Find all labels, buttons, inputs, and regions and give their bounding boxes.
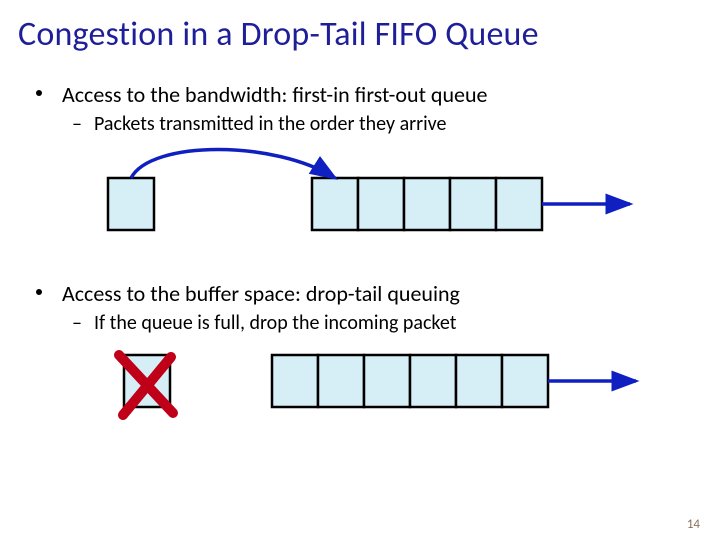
subbullet-packets-order-text: Packets transmitted in the order they ar…	[94, 112, 446, 136]
dash-icon: –	[72, 112, 82, 136]
bullet-dot-icon	[36, 289, 42, 295]
page-number: 14	[687, 517, 700, 532]
bullet-buffer-text: Access to the buffer space: drop-tail qu…	[62, 280, 460, 307]
bullet-dot-icon	[36, 90, 42, 96]
fifo-svg	[0, 142, 720, 262]
subbullet-drop-incoming: – If the queue is full, drop the incomin…	[72, 311, 720, 335]
dash-icon: –	[72, 311, 82, 335]
subbullet-drop-incoming-text: If the queue is full, drop the incoming …	[94, 311, 456, 335]
subbullet-packets-order: – Packets transmitted in the order they …	[72, 112, 720, 136]
bullet-bandwidth-text: Access to the bandwidth: first-in first-…	[62, 81, 487, 108]
bullet-buffer: Access to the buffer space: drop-tail qu…	[36, 280, 720, 307]
diagram-fifo	[0, 142, 720, 262]
diagram-droptail	[0, 341, 720, 441]
droptail-svg	[0, 341, 720, 441]
page-title: Congestion in a Drop-Tail FIFO Queue	[0, 0, 720, 63]
bullet-bandwidth: Access to the bandwidth: first-in first-…	[36, 81, 720, 108]
